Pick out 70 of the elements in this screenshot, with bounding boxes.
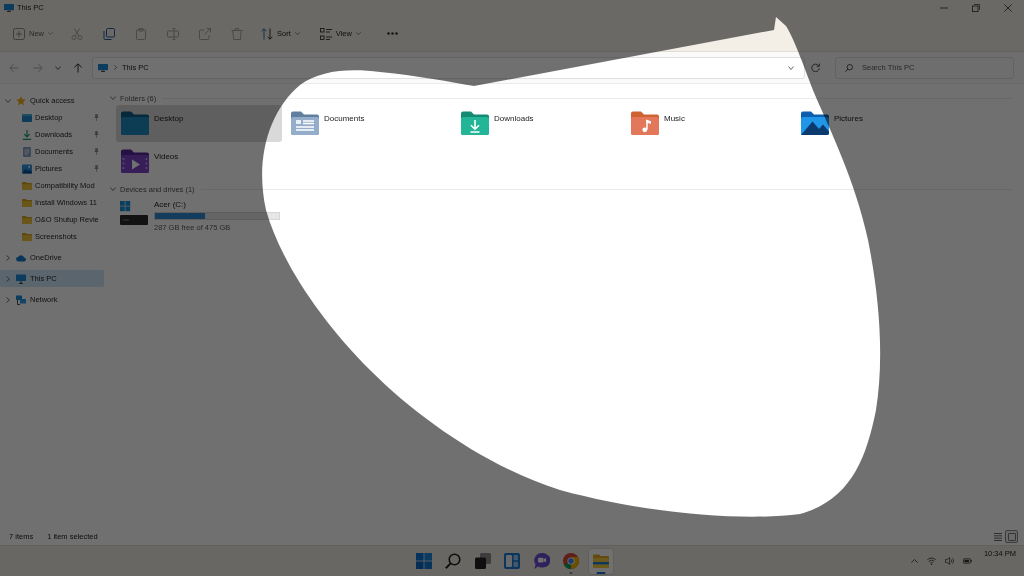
- pin-icon[interactable]: [94, 114, 99, 121]
- start-icon: [415, 553, 432, 569]
- folder-icon: [22, 180, 32, 191]
- browser-icon: [563, 553, 579, 569]
- picture-folder-icon: [800, 110, 830, 136]
- chat-bubble-icon: [533, 553, 550, 569]
- star-icon: [16, 95, 26, 106]
- chevron-down-icon[interactable]: [5, 98, 11, 103]
- folder-icon: [120, 110, 150, 136]
- more-icon[interactable]: [386, 32, 398, 35]
- file-explorer-button[interactable]: [587, 547, 614, 575]
- chevron-right-icon[interactable]: [6, 254, 10, 261]
- search-icon: [445, 553, 461, 569]
- minimize-icon[interactable]: [940, 4, 948, 12]
- tiles-icon: [1007, 532, 1016, 541]
- up-arrow-icon[interactable]: [73, 62, 83, 73]
- details-view-button[interactable]: [991, 530, 1004, 543]
- chevron-down-icon[interactable]: [110, 187, 116, 191]
- download-arrow-icon: [22, 129, 32, 140]
- sort-icon: [261, 27, 273, 40]
- folder-icon: [22, 231, 32, 242]
- copy-icon[interactable]: [103, 27, 115, 40]
- drive-name: Acer (C:): [154, 200, 187, 209]
- refresh-icon[interactable]: [811, 63, 820, 72]
- folder-icon: [592, 553, 609, 569]
- network-icon: [16, 294, 26, 305]
- caret-icon: [355, 32, 361, 35]
- restore-icon[interactable]: [972, 4, 980, 12]
- chevron-right-icon[interactable]: [6, 296, 10, 303]
- folder-icon: [22, 214, 32, 225]
- monitor-icon: [16, 273, 26, 284]
- chevron-right-icon[interactable]: [6, 275, 10, 282]
- folder-tile[interactable]: Documents: [286, 105, 452, 142]
- chevron-down-icon[interactable]: [788, 65, 794, 70]
- folder-icon: [22, 197, 32, 208]
- music-folder-icon: [630, 110, 660, 136]
- monitor-icon: [98, 63, 108, 72]
- widgets-icon: [504, 553, 520, 569]
- video-folder-icon: [120, 148, 150, 174]
- tiles-view-button[interactable]: [1005, 530, 1018, 543]
- wifi-icon[interactable]: [926, 557, 936, 565]
- folder-tile[interactable]: Pictures: [796, 105, 962, 142]
- drive-icon: [120, 201, 148, 225]
- search-icon: [845, 63, 853, 72]
- cloud-icon: [16, 252, 26, 263]
- chevron-down-icon[interactable]: [110, 96, 116, 100]
- document-icon: [22, 146, 32, 157]
- folder-tile[interactable]: Music: [626, 105, 792, 142]
- pin-icon[interactable]: [94, 131, 99, 138]
- folder-tile[interactable]: Videos: [116, 143, 282, 180]
- list-icon: [993, 532, 1002, 541]
- picture-icon: [22, 163, 32, 174]
- list-icon: [319, 27, 332, 40]
- document-folder-icon: [290, 110, 320, 136]
- battery-icon[interactable]: [962, 557, 972, 565]
- folder-tile[interactable]: Downloads: [456, 105, 622, 142]
- monitor-icon: [4, 4, 14, 12]
- chevron-down-icon[interactable]: [55, 65, 61, 70]
- folder-tile[interactable]: Desktop: [116, 105, 282, 142]
- pin-icon[interactable]: [94, 148, 99, 155]
- download-folder-icon: [460, 110, 490, 136]
- plus-icon: [13, 27, 25, 40]
- close-icon[interactable]: [1004, 4, 1012, 12]
- caret-icon: [294, 32, 300, 35]
- desktop-icon: [22, 112, 32, 123]
- chevron-right-icon[interactable]: [114, 65, 117, 70]
- pin-icon[interactable]: [94, 165, 99, 172]
- chevron-up-icon[interactable]: [910, 559, 918, 563]
- volume-icon[interactable]: [944, 557, 954, 565]
- task-view-icon: [474, 553, 491, 569]
